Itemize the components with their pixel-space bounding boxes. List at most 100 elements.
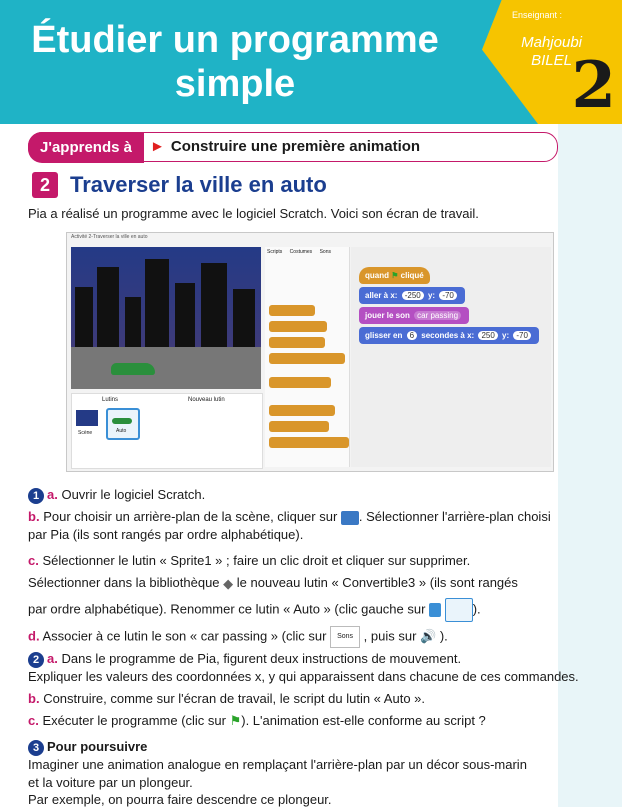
page-margin-decor (558, 124, 622, 807)
q3-title: 3 Pour poursuivre (28, 738, 147, 756)
q1-d-text1: Associer à ce lutin le son « car passing… (42, 628, 327, 644)
palette-block[interactable] (269, 437, 349, 448)
q3-line3: Par exemple, on pourra faire descendre c… (28, 792, 332, 807)
teacher-label: Enseignant : (511, 10, 562, 20)
palette-block[interactable] (269, 305, 315, 316)
sprite-name: Auto (116, 428, 127, 434)
learn-objective: ► Construire une première animation (150, 138, 420, 155)
q1-c-text3b: ). (472, 601, 481, 617)
q2-c-label: c. (28, 713, 39, 728)
q1-c-text3a: par ordre alphabétique). Renommer ce lut… (28, 601, 426, 617)
car-thumbnail-icon (444, 598, 473, 622)
stage-thumbnail[interactable] (76, 410, 98, 426)
q1-b-text2: . Sélectionner l'arrière-plan choisi (358, 509, 551, 524)
sons-tab-icon: Sons (330, 626, 361, 648)
glide-y-input[interactable]: -70 (513, 331, 531, 340)
q1-c-text2a: Sélectionner dans la bibliothèque (28, 575, 220, 590)
goto-block[interactable]: aller à x: -250 y: -70 (359, 287, 465, 304)
play-sound-text: jouer le son (365, 311, 410, 320)
q2-a-label: a. (47, 651, 58, 666)
sound-select[interactable]: car passing (414, 311, 462, 320)
tab-sons[interactable]: Sons (320, 249, 331, 255)
q1-number: 1 (28, 488, 44, 504)
section-number: 2 (32, 172, 58, 198)
road (71, 347, 261, 389)
when-flag-suffix: cliqué (400, 271, 424, 280)
building (125, 297, 141, 347)
scratch-screenshot: Activité 2-Traverser la ville en auto Lu… (66, 232, 554, 472)
q2-b-label: b. (28, 691, 40, 706)
q2-b: b. Construire, comme sur l'écran de trav… (28, 690, 425, 708)
glide-text: glisser en (365, 331, 403, 340)
goto-y-label: y: (427, 291, 436, 300)
goto-x-input[interactable]: -250 (401, 291, 424, 300)
green-flag-icon: ⚑ (229, 713, 242, 728)
sprites-label: Lutins (102, 397, 119, 403)
palette-block[interactable] (269, 421, 329, 432)
title-line-1: Étudier un programme (31, 19, 439, 61)
q1-b-text1: Pour choisir un arrière-plan de la scène… (43, 509, 338, 524)
q1-a: 1 a. Ouvrir le logiciel Scratch. (28, 486, 205, 504)
q2-number: 2 (28, 652, 44, 668)
car-sprite[interactable] (111, 363, 155, 375)
q3-line2: et la voiture par un plongeur. (28, 775, 193, 790)
q1-d-text3: ). (439, 628, 448, 644)
goto-y-input[interactable]: -70 (439, 291, 457, 300)
q1-c-line2: Sélectionner dans la bibliothèque ◆ le n… (28, 574, 518, 593)
sprite-pane: Lutins Nouveau lutin Scène Auto (71, 393, 263, 469)
arrow-right-icon: ► (150, 138, 165, 155)
new-sprite-label: Nouveau lutin (188, 397, 225, 403)
info-icon (429, 603, 442, 617)
q1-c-line3: par ordre alphabétique). Renommer ce lut… (28, 598, 481, 622)
when-flag-text: quand (365, 271, 389, 280)
section-intro: Pia a réalisé un programme avec le logic… (28, 206, 479, 221)
tab-costumes[interactable]: Costumes (290, 249, 313, 255)
q1-c-text1: Sélectionner le lutin « Sprite1 » ; fair… (42, 553, 471, 568)
q1-a-label: a. (47, 487, 58, 502)
library-icon: ◆ (223, 575, 234, 591)
q2-c: c. Exécuter le programme (clic sur ⚑). L… (28, 712, 486, 730)
sprite-thumbnail-auto[interactable]: Auto (106, 408, 140, 440)
project-title: Activité 2-Traverser la ville en auto (71, 234, 148, 240)
palette-block[interactable] (269, 377, 331, 388)
stage-label: Scène (78, 430, 93, 436)
building (233, 289, 255, 347)
palette-block[interactable] (269, 337, 325, 348)
play-sound-block[interactable]: jouer le son car passing (359, 307, 470, 324)
building (97, 267, 119, 347)
q2-b-text: Construire, comme sur l'écran de travail… (43, 691, 426, 706)
q1-c-text2b: le nouveau lutin « Convertible3 » (ils s… (236, 575, 518, 590)
glide-secs-input[interactable]: 6 (406, 331, 418, 340)
building (75, 287, 93, 347)
goto-text: aller à x: (365, 291, 398, 300)
palette-block[interactable] (269, 353, 345, 364)
q3-number: 3 (28, 740, 44, 756)
car-icon (112, 418, 132, 424)
q2-c-text2: ). L'animation est-elle conforme au scri… (241, 713, 486, 728)
glide-block[interactable]: glisser en 6 secondes à x: 250 y: -70 (359, 327, 539, 344)
q3-title-text: Pour poursuivre (47, 739, 148, 754)
q1-b: b. Pour choisir un arrière-plan de la sc… (28, 508, 551, 526)
q1-c-label: c. (28, 553, 39, 568)
palette-block[interactable] (269, 405, 335, 416)
building (201, 263, 227, 347)
palette-block[interactable] (269, 321, 327, 332)
page-title: Étudier un programme simple (0, 18, 470, 106)
speaker-icon: 🔊 (420, 628, 437, 644)
q1-b-label: b. (28, 509, 40, 524)
glide-x-input[interactable]: 250 (478, 331, 498, 340)
q1-b-cont: par Pia (ils sont rangés par ordre alpha… (28, 527, 304, 542)
q2-a: 2 a. Dans le programme de Pia, figurent d… (28, 650, 461, 668)
building (145, 259, 169, 347)
glide-y-label: y: (502, 331, 510, 340)
q1-d-label: d. (28, 628, 40, 644)
tab-scripts[interactable]: Scripts (267, 249, 282, 255)
when-flag-block[interactable]: quand ⚑ cliqué (359, 267, 430, 284)
section-title: Traverser la ville en auto (70, 172, 327, 197)
scripts-area: quand ⚑ cliqué aller à x: -250 y: -70 jo… (351, 247, 551, 467)
learn-objective-text: Construire une première animation (170, 138, 421, 155)
block-palette: Scripts Costumes Sons (265, 247, 350, 467)
q2-c-text1: Exécuter le programme (clic sur (42, 713, 226, 728)
scratch-stage (71, 247, 261, 389)
q2-a-text1: Dans le programme de Pia, figurent deux … (61, 651, 462, 666)
